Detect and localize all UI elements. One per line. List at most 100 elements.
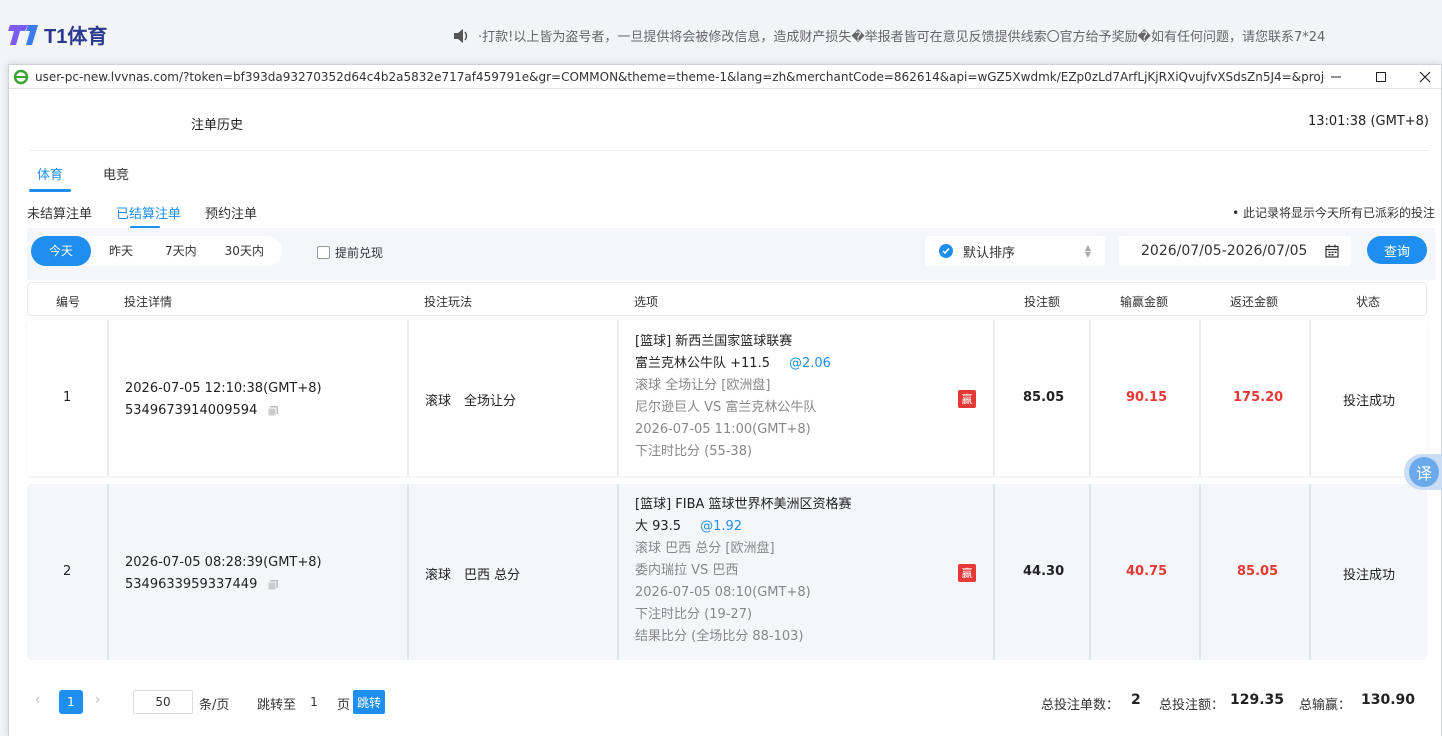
early-cashout-label: 提前兑现 (335, 246, 384, 260)
range-7days[interactable]: 7天内 (151, 236, 211, 266)
col-stake: 投注额 (1024, 295, 1061, 309)
calendar-icon[interactable] (1325, 244, 1339, 258)
per-page-label: 条/页 (199, 698, 230, 713)
league: [篮球] 新西兰国家篮球联赛 (635, 334, 793, 349)
status: 投注成功 (1343, 568, 1396, 583)
bet-history-page: 注单历史 13:01:38 (GMT+8) 体育 电竞 未结算注单 已结算注单 … (9, 90, 1441, 736)
stake: 44.30 (1023, 564, 1065, 579)
sub-tabs: 未结算注单 已结算注单 预约注单 (27, 203, 281, 229)
bet-option: [篮球] FIBA 篮球世界杯美洲区资格赛 大 93.5 @1.92 滚球 巴西… (635, 494, 852, 648)
range-yesterday[interactable]: 昨天 (91, 236, 151, 266)
table-row: 1 2026-07-05 12:10:38(GMT+8) 53496739140… (27, 320, 1427, 476)
bet-detail: 2026-07-05 12:10:38(GMT+8) 5349673914009… (125, 378, 322, 422)
page-header: 注单历史 13:01:38 (GMT+8) (29, 90, 1429, 151)
tab-settled[interactable]: 已结算注单 (116, 203, 181, 229)
table-header: 编号 投注详情 投注玩法 选项 投注额 输赢金额 返还金额 状态 (27, 282, 1427, 316)
order-id: 5349633959337449 (125, 577, 258, 592)
query-button[interactable]: 查询 (1367, 236, 1427, 264)
close-button[interactable] (1403, 65, 1442, 89)
col-status: 状态 (1356, 295, 1381, 309)
site-header: T1体育 ·打款!以上皆为盗号者，一旦提供将会被修改信息，造成财产损失�举报者皆… (0, 0, 1442, 68)
chevron-left-icon[interactable]: ‹ (35, 692, 41, 708)
tab-esports[interactable]: 电竞 (95, 164, 137, 192)
speaker-icon (454, 28, 468, 43)
tab-reserved[interactable]: 预约注单 (205, 203, 257, 227)
pick: 富兰克林公牛队 +11.5 (635, 356, 770, 371)
league: [篮球] FIBA 篮球世界杯美洲区资格赛 (635, 497, 852, 512)
win-badge: 赢 (958, 564, 976, 582)
early-cashout-filter[interactable]: 提前兑现 (317, 244, 383, 261)
odds: @1.92 (700, 519, 743, 534)
pagination-footer: ‹ 1 › 50 条/页 跳转至 1 页 跳转 总投注单数： 2 总投注额： 1… (27, 676, 1435, 728)
translate-icon: 译 (1409, 457, 1439, 487)
minimize-icon (1331, 76, 1341, 78)
close-icon (1419, 71, 1431, 83)
jump-page-input[interactable]: 1 (299, 690, 329, 714)
filter-bar: 今天 昨天 7天内 30天内 提前兑现 默认排序 ▲ ▼ 2026/07/05-2… (27, 228, 1435, 280)
current-page[interactable]: 1 (59, 690, 83, 714)
minimize-button[interactable] (1314, 65, 1358, 89)
copy-icon[interactable] (267, 579, 279, 591)
row-number: 2 (63, 564, 72, 579)
maximize-icon (1376, 72, 1386, 82)
col-winloss: 输赢金额 (1120, 295, 1169, 309)
site-logo[interactable]: T1体育 (8, 20, 107, 49)
tab-sports[interactable]: 体育 (29, 164, 72, 192)
date-range-input[interactable]: 2026/07/05-2026/07/05 (1119, 236, 1351, 266)
jump-label: 跳转至 (257, 698, 297, 713)
sort-select[interactable]: 默认排序 ▲ ▼ (925, 236, 1105, 266)
copy-icon[interactable] (267, 405, 279, 417)
page-unit-label: 页 (337, 698, 351, 713)
page-size-input[interactable]: 50 (133, 690, 193, 714)
range-today[interactable]: 今天 (31, 236, 92, 266)
logo-text: T1体育 (44, 26, 108, 48)
window-titlebar: user-pc-new.lvvnas.com/?token=bf393da932… (9, 65, 1441, 89)
return-amount: 85.05 (1237, 564, 1279, 579)
total-count-label: 总投注单数： (1041, 698, 1120, 713)
translate-button[interactable]: 译 (1404, 454, 1442, 490)
bet-time: 2026-07-05 08:28:39(GMT+8) (125, 555, 322, 570)
total-win: 130.90 (1361, 692, 1416, 708)
date-range-selector: 今天 昨天 7天内 30天内 (31, 236, 282, 266)
table-row: 2 2026-07-05 08:28:39(GMT+8) 53496339593… (27, 484, 1427, 660)
notice-text: ·打款!以上皆为盗号者，一旦提供将会被修改信息，造成财产损失�举报者皆可在意见反… (478, 30, 1326, 45)
tab-unsettled[interactable]: 未结算注单 (27, 203, 92, 227)
notice-marquee: ·打款!以上皆为盗号者，一旦提供将会被修改信息，造成财产损失�举报者皆可在意见反… (452, 26, 1325, 45)
odds: @2.06 (789, 356, 831, 371)
main-tabs: 体育 电竞 (29, 164, 161, 192)
bet-detail: 2026-07-05 08:28:39(GMT+8) 5349633959337… (125, 552, 322, 596)
logo-icon (8, 24, 38, 45)
status: 投注成功 (1343, 394, 1396, 409)
market: 滚球 巴西 总分 [欧洲盘] (635, 541, 775, 556)
bet-play: 滚球 全场让分 (425, 394, 517, 409)
win-loss: 90.15 (1126, 390, 1168, 405)
early-cashout-checkbox[interactable] (317, 246, 330, 259)
bets-table: 编号 投注详情 投注玩法 选项 投注额 输赢金额 返还金额 状态 1 2026-… (27, 282, 1427, 660)
market: 滚球 全场让分 [欧洲盘] (635, 378, 771, 393)
sort-value: 默认排序 (963, 245, 1016, 261)
maximize-button[interactable] (1359, 65, 1403, 89)
order-id: 5349673914009594 (125, 403, 258, 418)
jump-button[interactable]: 跳转 (353, 690, 385, 714)
total-win-label: 总输赢： (1299, 698, 1352, 713)
score-at-bet: 下注时比分 (19-27) (635, 607, 753, 622)
page-title: 注单历史 (191, 118, 244, 133)
popup-window: user-pc-new.lvvnas.com/?token=bf393da932… (8, 64, 1442, 736)
pick: 大 93.5 (635, 519, 682, 534)
win-loss: 40.75 (1126, 564, 1168, 579)
return-amount: 175.20 (1233, 390, 1284, 405)
chevron-right-icon[interactable]: › (95, 692, 101, 708)
clock: 13:01:38 (GMT+8) (1307, 114, 1429, 129)
ie-icon (13, 69, 29, 84)
date-range-value: 2026/07/05-2026/07/05 (1141, 243, 1308, 259)
window-url: user-pc-new.lvvnas.com/?token=bf393da932… (35, 69, 1325, 84)
col-number: 编号 (56, 295, 81, 309)
col-detail: 投注详情 (124, 295, 173, 309)
bet-option: [篮球] 新西兰国家篮球联赛 富兰克林公牛队 +11.5 @2.06 滚球 全场… (635, 331, 831, 463)
range-30days[interactable]: 30天内 (211, 236, 282, 266)
stake: 85.05 (1023, 390, 1065, 405)
match-time: 2026-07-05 11:00(GMT+8) (635, 422, 811, 437)
match: 委内瑞拉 VS 巴西 (635, 563, 739, 578)
col-return: 返还金额 (1230, 295, 1279, 309)
sort-arrows-icon: ▲ ▼ (1084, 243, 1091, 259)
